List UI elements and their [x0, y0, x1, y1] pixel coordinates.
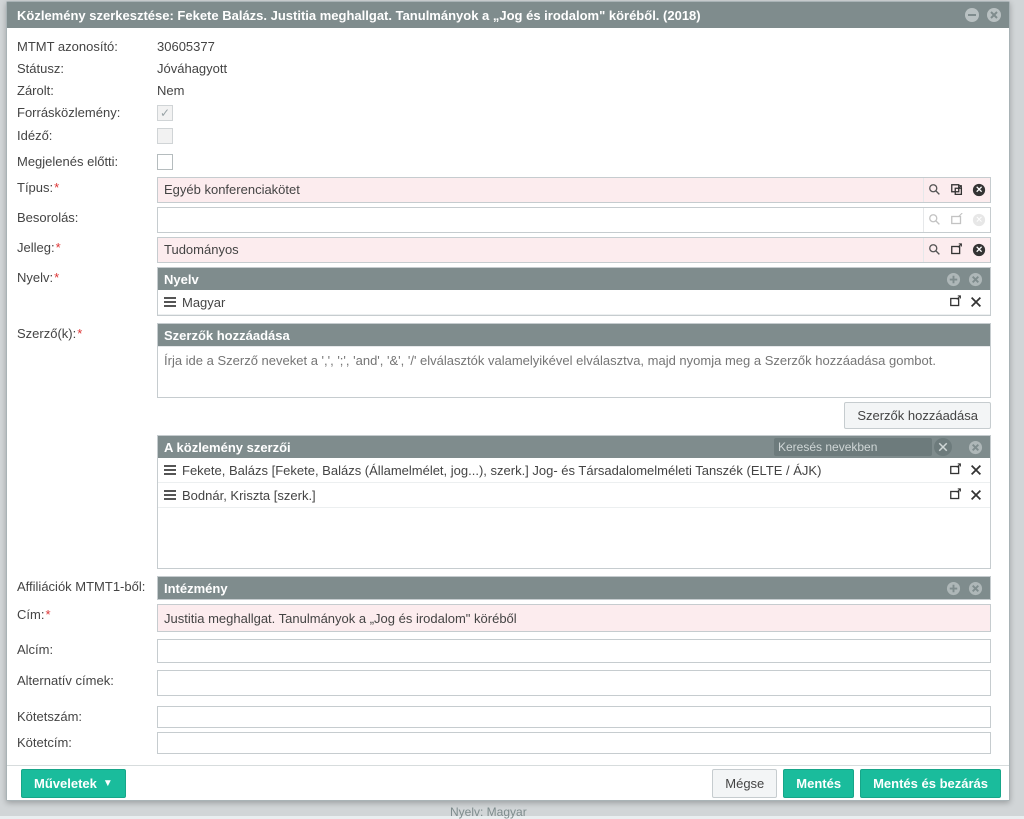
- type-clear-icon[interactable]: ✕: [968, 178, 990, 202]
- language-remove-icon[interactable]: [966, 270, 984, 288]
- character-lookup[interactable]: Tudományos ✕: [157, 237, 991, 263]
- cancel-button[interactable]: Mégse: [712, 769, 777, 798]
- language-panel: Nyelv Magyar: [157, 267, 991, 316]
- chevron-down-icon: ▼: [103, 778, 113, 789]
- label-mtmt-id: MTMT azonosító:: [17, 36, 157, 54]
- character-value: Tudományos: [158, 238, 923, 262]
- dialog-header[interactable]: Közlemény szerkesztése: Fekete Balázs. J…: [7, 2, 1009, 28]
- svg-text:✕: ✕: [975, 245, 982, 255]
- authors-panel: A közlemény szerzői Fekete, Balázs [Feke…: [157, 435, 991, 569]
- alt-titles-input[interactable]: [157, 670, 991, 696]
- authors-add-header: Szerzők hozzáadása: [158, 324, 990, 346]
- author-item-delete-icon[interactable]: [966, 488, 986, 502]
- institution-remove-icon[interactable]: [966, 579, 984, 597]
- label-subtitle: Alcím:: [17, 639, 157, 657]
- label-type: Típus:: [17, 177, 157, 195]
- author-item-open-icon[interactable]: [946, 463, 966, 477]
- authors-search-clear-icon[interactable]: [934, 438, 952, 456]
- character-open-icon[interactable]: [946, 238, 968, 262]
- volume-no-input[interactable]: [157, 706, 991, 728]
- label-authors: Szerző(k):: [17, 323, 157, 341]
- authors-panel-header: A közlemény szerzői: [158, 436, 990, 458]
- type-open-icon[interactable]: [946, 178, 968, 202]
- type-value: Egyéb konferenciakötet: [158, 178, 923, 202]
- language-item[interactable]: Magyar: [158, 290, 990, 315]
- classification-search-icon: [923, 208, 946, 232]
- edit-publication-dialog: Közlemény szerkesztése: Fekete Balázs. J…: [6, 1, 1010, 801]
- authors-add-panel: Szerzők hozzáadása: [157, 323, 991, 398]
- classification-clear-icon: ✕: [968, 208, 990, 232]
- close-icon[interactable]: [985, 6, 1003, 24]
- dialog-title: Közlemény szerkesztése: Fekete Balázs. J…: [17, 8, 959, 23]
- language-item-delete-icon[interactable]: [966, 295, 986, 309]
- institution-panel-title: Intézmény: [164, 581, 940, 596]
- operations-label: Műveletek: [34, 776, 97, 791]
- authors-panel-title: A közlemény szerzői: [164, 440, 774, 455]
- label-status: Státusz:: [17, 58, 157, 76]
- author-item-delete-icon[interactable]: [966, 463, 986, 477]
- prepub-checkbox[interactable]: [157, 154, 173, 170]
- label-volume-title: Kötetcím:: [17, 732, 157, 750]
- authors-add-button[interactable]: Szerzők hozzáadása: [844, 402, 991, 429]
- minimize-icon[interactable]: [963, 6, 981, 24]
- label-locked: Zárolt:: [17, 80, 157, 98]
- classification-value: [158, 208, 923, 232]
- authors-add-title: Szerzők hozzáadása: [164, 328, 984, 343]
- character-search-icon[interactable]: [923, 238, 946, 262]
- value-mtmt-id: 30605377: [157, 36, 991, 54]
- author-item[interactable]: Fekete, Balázs [Fekete, Balázs (Államelm…: [158, 458, 990, 483]
- label-source-pub: Forrásközlemény:: [17, 102, 157, 120]
- save-button[interactable]: Mentés: [783, 769, 854, 798]
- save-close-button[interactable]: Mentés és bezárás: [860, 769, 1001, 798]
- language-item-text: Magyar: [178, 295, 946, 310]
- background-text: Nyelv: Magyar: [450, 805, 527, 819]
- institution-add-icon[interactable]: [944, 579, 962, 597]
- type-search-icon[interactable]: [923, 178, 946, 202]
- type-lookup[interactable]: Egyéb konferenciakötet ✕: [157, 177, 991, 203]
- label-volume-no: Kötetszám:: [17, 706, 157, 724]
- label-title-field: Cím:: [17, 604, 157, 622]
- source-pub-checkbox: ✓: [157, 105, 173, 121]
- author-item-open-icon[interactable]: [946, 488, 966, 502]
- author-item-text: Bodnár, Kriszta [szerk.]: [178, 488, 946, 503]
- drag-handle-icon[interactable]: [162, 490, 178, 500]
- language-add-icon[interactable]: [944, 270, 962, 288]
- citing-checkbox: [157, 128, 173, 144]
- label-language: Nyelv:: [17, 267, 157, 285]
- volume-title-input[interactable]: [157, 732, 991, 754]
- authors-remove-icon[interactable]: [966, 438, 984, 456]
- author-item[interactable]: Bodnár, Kriszta [szerk.]: [158, 483, 990, 508]
- title-input[interactable]: [157, 604, 991, 632]
- language-item-open-icon[interactable]: [946, 295, 966, 309]
- drag-handle-icon[interactable]: [162, 297, 178, 307]
- label-character: Jelleg:: [17, 237, 157, 255]
- language-panel-header: Nyelv: [158, 268, 990, 290]
- label-classification: Besorolás:: [17, 207, 157, 225]
- author-item-text: Fekete, Balázs [Fekete, Balázs (Államelm…: [178, 463, 946, 478]
- authors-add-textarea[interactable]: [158, 346, 990, 394]
- language-panel-title: Nyelv: [164, 272, 940, 287]
- institution-panel: Intézmény: [157, 576, 991, 600]
- label-citing: Idéző:: [17, 125, 157, 143]
- subtitle-input[interactable]: [157, 639, 991, 663]
- classification-open-icon: [946, 208, 968, 232]
- label-affiliations: Affiliációk MTMT1-ből:: [17, 576, 157, 594]
- classification-lookup: ✕: [157, 207, 991, 233]
- svg-text:✕: ✕: [975, 185, 982, 195]
- operations-button[interactable]: Műveletek ▼: [21, 769, 126, 798]
- label-alt-titles: Alternatív címek:: [17, 670, 157, 688]
- dialog-footer: Műveletek ▼ Mégse Mentés Mentés és bezár…: [7, 765, 1009, 800]
- institution-panel-header: Intézmény: [158, 577, 990, 599]
- character-clear-icon[interactable]: ✕: [968, 238, 990, 262]
- drag-handle-icon[interactable]: [162, 465, 178, 475]
- dialog-body: MTMT azonosító: 30605377 Státusz: Jóváha…: [7, 28, 1009, 765]
- svg-text:✕: ✕: [975, 215, 982, 225]
- authors-search-input[interactable]: [774, 438, 932, 456]
- value-status: Jóváhagyott: [157, 58, 991, 76]
- value-locked: Nem: [157, 80, 991, 98]
- label-prepub: Megjelenés előtti:: [17, 151, 157, 169]
